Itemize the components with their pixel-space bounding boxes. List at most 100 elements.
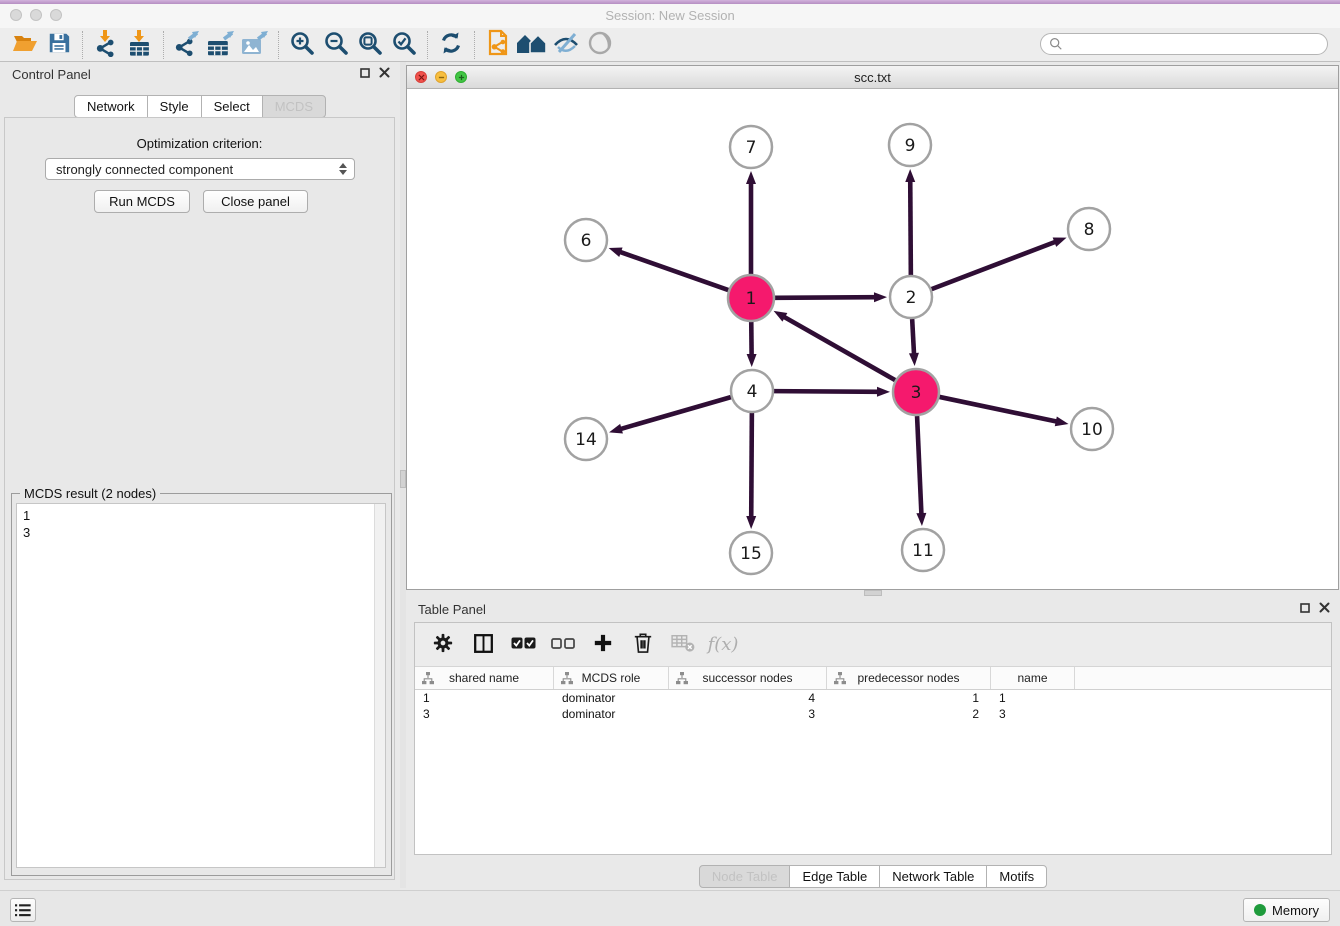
graph-node-label-8: 8 [1084,220,1095,240]
graph-edge-3-1[interactable] [783,316,895,380]
result-line: 1 [23,507,367,524]
export-network-button[interactable] [170,30,204,60]
network-canvas[interactable]: 7968124314101511 [407,89,1338,589]
graph-edge-4-15[interactable] [751,413,752,518]
select-all-checkboxes-button[interactable] [505,628,541,662]
zoom-in-button[interactable] [285,30,319,60]
graph-edge-arrow-1-4 [747,354,757,367]
titlebar: Session: New Session [0,4,1340,29]
zoom-fit-button[interactable] [353,30,387,60]
tab-network-table[interactable]: Network Table [879,865,987,888]
graph-edge-1-2[interactable] [775,297,876,298]
criterion-value: strongly connected component [56,162,233,177]
result-scrollbar[interactable] [374,504,385,867]
column-header-predecessor-nodes[interactable]: predecessor nodes [827,667,991,689]
graph-edge-arrow-4-14 [609,424,623,434]
table-tabs: Node TableEdge TableNetwork TableMotifs [406,865,1340,888]
tab-edge-table[interactable]: Edge Table [789,865,880,888]
table-cell[interactable]: 1 [415,690,554,706]
network-titlebar[interactable]: scc.txt [407,66,1338,89]
close-panel-button[interactable]: Close panel [203,190,308,213]
search-box[interactable] [1040,33,1328,55]
close-panel-icon[interactable] [1319,602,1330,613]
table-cell[interactable]: dominator [554,706,669,722]
split-panel-button[interactable] [465,628,501,662]
table-cell[interactable]: 3 [415,706,554,722]
graph-edge-1-6[interactable] [619,252,728,290]
graph-edge-arrow-3-10 [1055,416,1069,426]
control-panel: Control Panel NetworkStyleSelectMCDS Opt… [0,62,400,888]
export-image-button[interactable] [238,30,272,60]
export-table-icon [206,29,236,60]
zoom-selected-button[interactable] [387,30,421,60]
node-table: shared nameMCDS rolesuccessor nodesprede… [415,667,1331,854]
column-header-MCDS-role[interactable]: MCDS role [554,667,669,689]
tab-node-table[interactable]: Node Table [699,865,791,888]
table-cell[interactable]: 1 [827,690,991,706]
mcds-result-text: 13 [17,504,373,867]
delete-column-button[interactable] [625,628,661,662]
task-history-button[interactable] [10,898,36,922]
graph-node-label-3: 3 [911,383,922,403]
search-input[interactable] [1068,35,1327,53]
window-title: Session: New Session [0,8,1340,23]
zoom-selected-icon [391,30,418,60]
tab-motifs[interactable]: Motifs [986,865,1047,888]
run-mcds-button[interactable]: Run MCDS [94,190,190,213]
table-cell[interactable]: 4 [669,690,827,706]
tab-select[interactable]: Select [201,95,263,118]
zoom-out-button[interactable] [319,30,353,60]
hide-details-button[interactable] [549,30,583,60]
deselect-all-checkboxes-button[interactable] [545,628,581,662]
tab-network[interactable]: Network [74,95,148,118]
graph-edge-2-8[interactable] [932,241,1057,289]
table-panel-title: Table Panel [418,602,486,617]
table-cell[interactable]: 3 [669,706,827,722]
table-cell[interactable]: dominator [554,690,669,706]
refresh-button[interactable] [434,30,468,60]
table-header-row: shared nameMCDS rolesuccessor nodesprede… [415,667,1331,690]
table-cell[interactable]: 1 [991,690,1075,706]
graph-edge-arrow-1-6 [609,248,623,257]
column-header-successor-nodes[interactable]: successor nodes [669,667,827,689]
memory-button[interactable]: Memory [1243,898,1330,922]
table-cell[interactable]: 3 [991,706,1075,722]
close-panel-icon[interactable] [379,67,390,78]
delete-table-button [665,628,701,662]
mcds-result-group: MCDS result (2 nodes) 13 [11,493,392,876]
graph-edge-3-10[interactable] [939,397,1057,422]
add-column-button[interactable] [585,628,621,662]
home-button[interactable] [515,30,549,60]
table-row[interactable]: 3dominator323 [415,706,1331,722]
graph-edge-4-14[interactable] [620,397,731,429]
import-network-button[interactable] [89,30,123,60]
tab-style[interactable]: Style [147,95,202,118]
save-session-button[interactable] [42,30,76,60]
criterion-select[interactable]: strongly connected component [45,158,355,180]
table-row[interactable]: 1dominator411 [415,690,1331,706]
main-toolbar [0,28,1340,62]
table-settings-button[interactable] [425,628,461,662]
float-panel-icon[interactable] [1300,603,1310,613]
splitter-grip[interactable] [864,590,882,596]
mcds-result-title: MCDS result (2 nodes) [20,486,160,501]
graph-node-label-11: 11 [912,541,934,561]
tab-mcds[interactable]: MCDS [262,95,326,118]
refresh-icon [438,30,464,59]
graph-edge-4-3[interactable] [774,391,879,392]
graph-edge-2-9[interactable] [910,180,911,275]
graph-edge-arrow-4-15 [746,516,756,529]
horizontal-splitter[interactable] [406,590,1340,597]
float-panel-icon[interactable] [360,68,370,78]
column-header-name[interactable]: name [991,667,1075,689]
import-table-button[interactable] [123,30,157,60]
table-cell[interactable]: 2 [827,706,991,722]
memory-label: Memory [1272,903,1319,918]
graph-edge-3-11[interactable] [917,416,921,515]
column-header-shared-name[interactable]: shared name [415,667,554,689]
copy-network-document-button[interactable] [481,30,515,60]
mcds-result-area[interactable]: 13 [16,503,386,868]
graph-edge-2-3[interactable] [912,319,914,355]
export-table-button[interactable] [204,30,238,60]
open-file-button[interactable] [8,30,42,60]
